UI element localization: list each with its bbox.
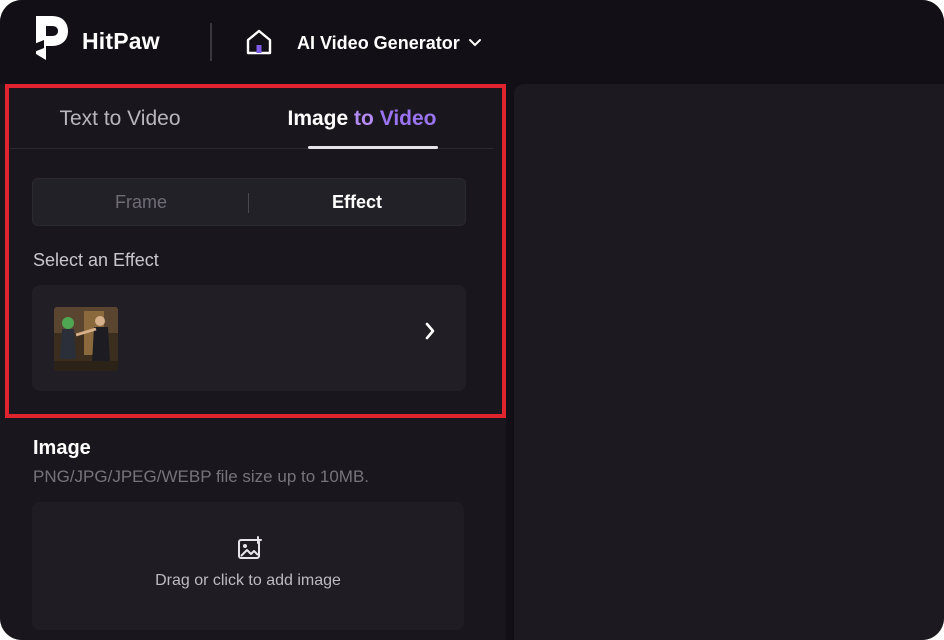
active-tab-indicator bbox=[308, 146, 438, 149]
chevron-right-icon bbox=[425, 322, 435, 340]
title-divider bbox=[210, 23, 212, 61]
generation-tabs: Text to Video Image to Video bbox=[10, 84, 494, 149]
mode-effect[interactable]: Effect bbox=[249, 179, 465, 225]
dropzone-text: Drag or click to add image bbox=[155, 572, 341, 589]
brand-name: HitPaw bbox=[82, 28, 160, 54]
image-dropzone[interactable]: Drag or click to add image bbox=[32, 502, 464, 630]
app-window: HitPaw AI Video Generator Text to Video … bbox=[0, 0, 944, 640]
home-icon[interactable] bbox=[244, 27, 274, 57]
effect-thumbnail bbox=[54, 307, 118, 371]
effect-selector[interactable] bbox=[32, 285, 466, 391]
chevron-down-icon bbox=[468, 39, 481, 47]
add-image-icon bbox=[238, 536, 262, 559]
tab-image-to-video[interactable]: Image to Video bbox=[272, 102, 452, 136]
title-bar: HitPaw AI Video Generator bbox=[0, 0, 944, 84]
image-format-hint: PNG/JPG/JPEG/WEBP file size up to 10MB. bbox=[33, 467, 370, 486]
select-effect-label: Select an Effect bbox=[33, 250, 159, 270]
product-name: AI Video Generator bbox=[297, 32, 460, 53]
product-dropdown[interactable]: AI Video Generator bbox=[297, 30, 482, 56]
tab-label-part: Video bbox=[379, 107, 437, 130]
settings-panel: Text to Video Image to Video Frame Effec… bbox=[0, 84, 506, 640]
mode-frame[interactable]: Frame bbox=[33, 179, 249, 225]
mode-switch: Frame Effect bbox=[32, 178, 466, 226]
preview-panel bbox=[514, 84, 944, 640]
tab-label-part: Image bbox=[287, 107, 349, 130]
tab-text-to-video[interactable]: Text to Video bbox=[40, 102, 200, 136]
image-section-title: Image bbox=[33, 437, 91, 459]
hitpaw-logo-icon bbox=[34, 16, 68, 60]
tab-label-part: to bbox=[354, 107, 374, 130]
